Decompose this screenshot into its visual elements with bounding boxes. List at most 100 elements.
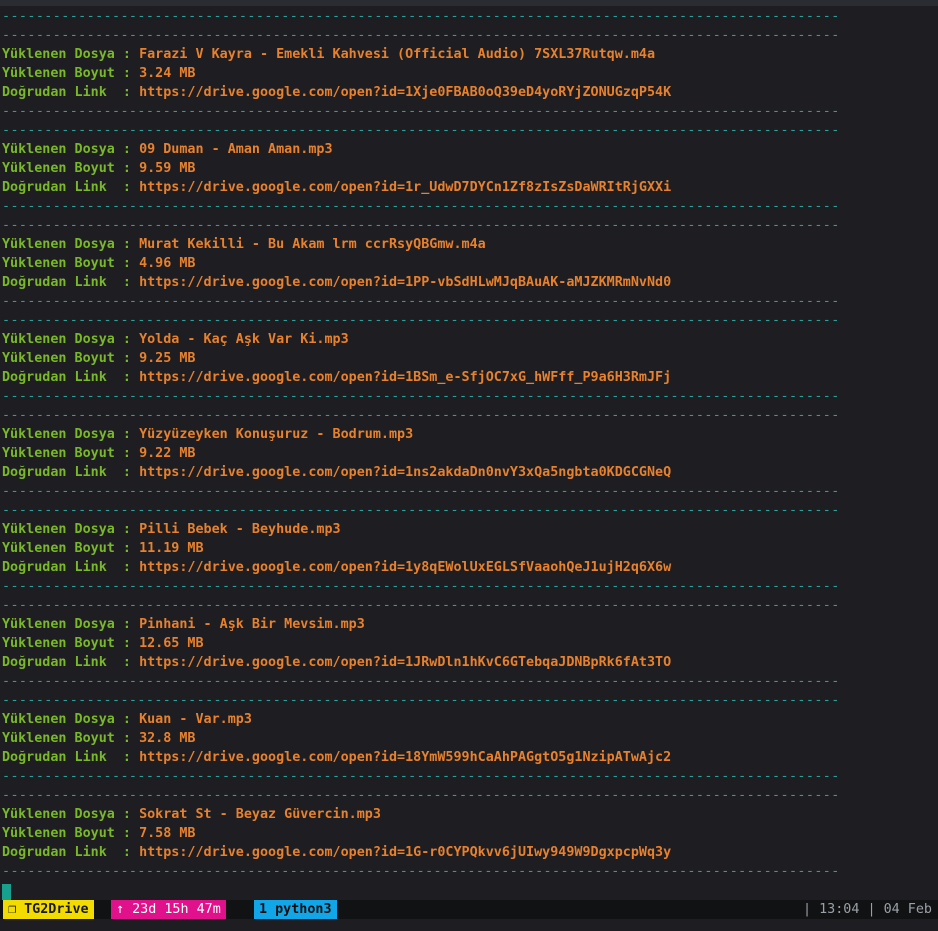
direct-link-label: Doğrudan Link : (2, 560, 140, 575)
uploaded-size-line: Yüklenen Boyut : 4.96 MB (2, 254, 936, 273)
direct-link-label: Doğrudan Link : (2, 180, 140, 195)
file-name-value: Pilli Bebek - Beyhude.mp3 (139, 522, 341, 537)
drive-link-value[interactable]: https://drive.google.com/open?id=1PP-vbS… (139, 275, 671, 290)
uploaded-size-line: Yüklenen Boyut : 32.8 MB (2, 729, 936, 748)
separator-line: ----------------------------------------… (2, 598, 840, 613)
tmux-status-bar: ❐ TG2Drive ↑ 23d 15h 47m 1 python3 | 13:… (0, 900, 938, 919)
file-name-value: Kuan - Var.mp3 (139, 712, 252, 727)
drive-link-value[interactable]: https://drive.google.com/open?id=1BSm_e-… (139, 370, 671, 385)
file-size-value: 9.22 MB (139, 446, 196, 461)
separator-line: ----------------------------------------… (2, 674, 840, 689)
file-size-value: 7.58 MB (139, 826, 196, 841)
uploaded-file-label: Yüklenen Dosya : (2, 427, 140, 442)
direct-link-line: Doğrudan Link : https://drive.google.com… (2, 273, 936, 292)
terminal-cursor (2, 884, 11, 901)
file-size-value: 9.25 MB (139, 351, 196, 366)
upload-entry: Yüklenen Dosya : Murat Kekilli - Bu Akam… (2, 235, 936, 330)
direct-link-label: Doğrudan Link : (2, 655, 140, 670)
uploaded-file-label: Yüklenen Dosya : (2, 617, 140, 632)
drive-link-value[interactable]: https://drive.google.com/open?id=1Xje0FB… (139, 85, 671, 100)
drive-link-value[interactable]: https://drive.google.com/open?id=1y8qEWo… (139, 560, 671, 575)
window-bottom-edge (0, 919, 938, 931)
uploaded-size-line: Yüklenen Boyut : 3.24 MB (2, 64, 936, 83)
uploaded-size-label: Yüklenen Boyut : (2, 826, 140, 841)
uploaded-file-label: Yüklenen Dosya : (2, 712, 140, 727)
uploaded-size-label: Yüklenen Boyut : (2, 636, 140, 651)
direct-link-line: Doğrudan Link : https://drive.google.com… (2, 558, 936, 577)
uploaded-file-label: Yüklenen Dosya : (2, 142, 140, 157)
window-top-edge (0, 0, 938, 6)
direct-link-line: Doğrudan Link : https://drive.google.com… (2, 748, 936, 767)
separator-line: ----------------------------------------… (2, 104, 840, 119)
upload-entry: Yüklenen Dosya : 09 Duman - Aman Aman.mp… (2, 140, 936, 235)
window-tab-python3[interactable]: 1 python3 (254, 900, 337, 919)
uploaded-file-line: Yüklenen Dosya : Pinhani - Aşk Bir Mevsi… (2, 615, 936, 634)
uptime-badge: ↑ 23d 15h 47m (111, 900, 226, 919)
separator-line: ----------------------------------------… (2, 693, 840, 708)
direct-link-label: Doğrudan Link : (2, 845, 140, 860)
separator-line: ----------------------------------------… (2, 484, 840, 499)
uploaded-file-line: Yüklenen Dosya : Sokrat St - Beyaz Güver… (2, 805, 936, 824)
uploaded-size-line: Yüklenen Boyut : 9.25 MB (2, 349, 936, 368)
direct-link-line: Doğrudan Link : https://drive.google.com… (2, 178, 936, 197)
file-name-value: 09 Duman - Aman Aman.mp3 (139, 142, 333, 157)
separator-line: ----------------------------------------… (2, 503, 840, 518)
uploaded-file-line: Yüklenen Dosya : Yüzyüzeyken Konuşuruz -… (2, 425, 936, 444)
file-name-value: Pinhani - Aşk Bir Mevsim.mp3 (139, 617, 365, 632)
uploaded-size-line: Yüklenen Boyut : 7.58 MB (2, 824, 936, 843)
uploaded-file-label: Yüklenen Dosya : (2, 807, 140, 822)
direct-link-line: Doğrudan Link : https://drive.google.com… (2, 843, 936, 862)
file-name-value: Farazi V Kayra - Emekli Kahvesi (Officia… (139, 47, 656, 62)
uploaded-file-line: Yüklenen Dosya : Pilli Bebek - Beyhude.m… (2, 520, 936, 539)
upload-entry: Yüklenen Dosya : Pinhani - Aşk Bir Mevsi… (2, 615, 936, 710)
direct-link-label: Doğrudan Link : (2, 275, 140, 290)
separator-line: ----------------------------------------… (2, 389, 840, 404)
prompt-line[interactable] (2, 881, 936, 901)
drive-link-value[interactable]: https://drive.google.com/open?id=18YmW59… (139, 750, 671, 765)
file-size-value: 9.59 MB (139, 161, 196, 176)
file-name-value: Murat Kekilli - Bu Akam lrm ccrRsyQBGmw.… (139, 237, 486, 252)
separator-line: ----------------------------------------… (2, 294, 840, 309)
separator-line: ----------------------------------------… (2, 313, 840, 328)
drive-link-value[interactable]: https://drive.google.com/open?id=1JRwDln… (139, 655, 671, 670)
terminal-output[interactable]: ----------------------------------------… (2, 7, 936, 901)
direct-link-line: Doğrudan Link : https://drive.google.com… (2, 368, 936, 387)
separator-line: ----------------------------------------… (2, 864, 840, 879)
file-size-value: 12.65 MB (139, 636, 204, 651)
uploaded-size-line: Yüklenen Boyut : 11.19 MB (2, 539, 936, 558)
uploaded-size-label: Yüklenen Boyut : (2, 351, 140, 366)
separator-line: ----------------------------------------… (2, 9, 840, 24)
uploaded-file-label: Yüklenen Dosya : (2, 332, 140, 347)
direct-link-line: Doğrudan Link : https://drive.google.com… (2, 83, 936, 102)
session-name-badge[interactable]: ❐ TG2Drive (3, 900, 94, 919)
upload-entry: Yüklenen Dosya : Yüzyüzeyken Konuşuruz -… (2, 425, 936, 520)
direct-link-label: Doğrudan Link : (2, 85, 140, 100)
uploaded-file-line: Yüklenen Dosya : Yolda - Kaç Aşk Var Ki.… (2, 330, 936, 349)
direct-link-line: Doğrudan Link : https://drive.google.com… (2, 653, 936, 672)
drive-link-value[interactable]: https://drive.google.com/open?id=1r_UdwD… (139, 180, 671, 195)
separator-line: ----------------------------------------… (2, 408, 840, 423)
file-name-value: Yolda - Kaç Aşk Var Ki.mp3 (139, 332, 349, 347)
uploaded-size-label: Yüklenen Boyut : (2, 541, 140, 556)
file-size-value: 3.24 MB (139, 66, 196, 81)
upload-entry: Yüklenen Dosya : Sokrat St - Beyaz Güver… (2, 805, 936, 881)
file-size-value: 11.19 MB (139, 541, 204, 556)
uploaded-file-label: Yüklenen Dosya : (2, 237, 140, 252)
file-size-value: 32.8 MB (139, 731, 196, 746)
file-name-value: Sokrat St - Beyaz Güvercin.mp3 (139, 807, 381, 822)
direct-link-label: Doğrudan Link : (2, 750, 140, 765)
separator-line: ----------------------------------------… (2, 218, 840, 233)
clock-date: | 13:04 | 04 Feb (803, 902, 932, 917)
uploaded-file-label: Yüklenen Dosya : (2, 47, 140, 62)
uploaded-size-label: Yüklenen Boyut : (2, 731, 140, 746)
separator-line: ----------------------------------------… (2, 769, 840, 784)
uploaded-file-label: Yüklenen Dosya : (2, 522, 140, 537)
separator-line: ----------------------------------------… (2, 123, 840, 138)
separator-line: ----------------------------------------… (2, 579, 840, 594)
drive-link-value[interactable]: https://drive.google.com/open?id=1ns2akd… (139, 465, 671, 480)
upload-entry: Yüklenen Dosya : Farazi V Kayra - Emekli… (2, 45, 936, 140)
separator-line: ----------------------------------------… (2, 28, 840, 43)
drive-link-value[interactable]: https://drive.google.com/open?id=1G-r0CY… (139, 845, 671, 860)
uploaded-size-label: Yüklenen Boyut : (2, 446, 140, 461)
uploaded-size-label: Yüklenen Boyut : (2, 161, 140, 176)
